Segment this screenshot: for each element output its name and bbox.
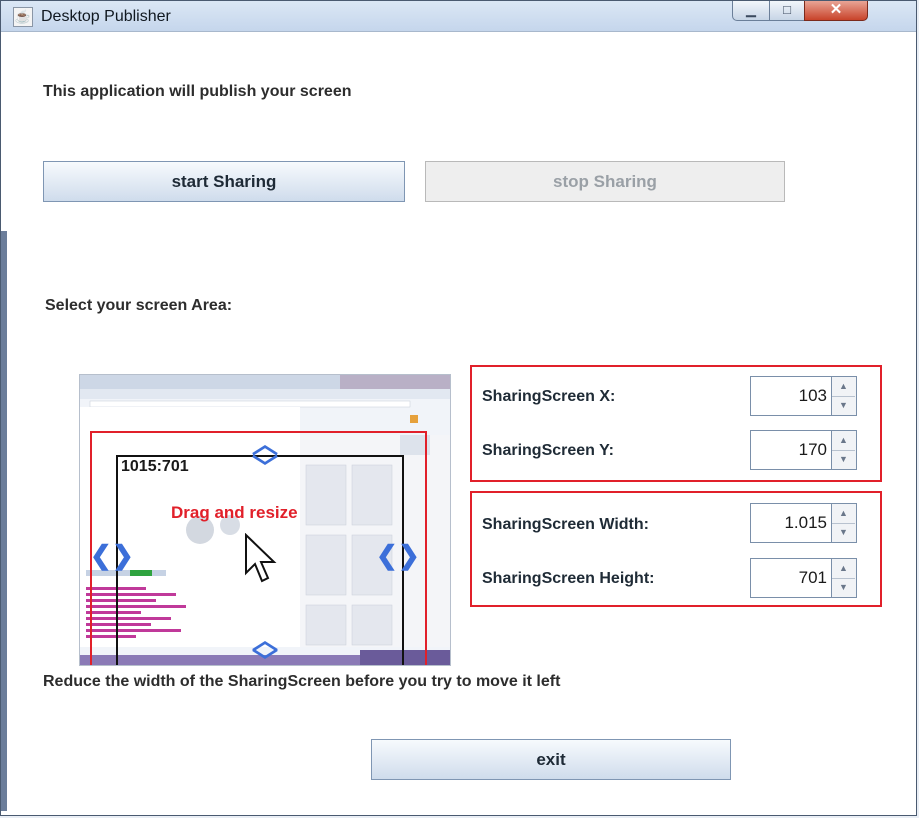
mouse-cursor-icon (245, 533, 277, 583)
y-spinner: 170 ▲ ▼ (750, 430, 857, 470)
x-label: SharingScreen X: (482, 388, 616, 405)
spinner-up-icon[interactable]: ▲ (832, 377, 855, 397)
arrow-left-icon[interactable]: ❮ (376, 542, 398, 568)
select-area-label: Select your screen Area: (45, 297, 233, 314)
title-bar[interactable]: ☕ Desktop Publisher ▁ □ ✕ (1, 1, 916, 32)
height-label: SharingScreen Height: (482, 570, 655, 587)
y-label: SharingScreen Y: (482, 442, 614, 459)
drag-resize-label: Drag and resize (171, 503, 298, 522)
window-title: Desktop Publisher (41, 8, 171, 25)
screen-preview: 1015:701 Drag and resize ︿ ﹀ ❮ ❯ ❮ ❯ ︿ ﹀ (79, 374, 451, 666)
spinner-up-icon[interactable]: ▲ (832, 559, 855, 579)
stop-sharing-button[interactable]: stop Sharing (425, 161, 785, 202)
x-spinner: 103 ▲ ▼ (750, 376, 857, 416)
arrow-left-icon[interactable]: ❮ (90, 542, 112, 568)
spinner-up-icon[interactable]: ▲ (832, 431, 855, 451)
spinner-down-icon[interactable]: ▼ (832, 450, 855, 469)
hint-label: Reduce the width of the SharingScreen be… (43, 673, 561, 690)
spinner-down-icon[interactable]: ▼ (832, 523, 855, 542)
minimize-button[interactable]: ▁ (732, 1, 770, 21)
arrow-right-icon[interactable]: ❯ (398, 542, 420, 568)
content-panel: This application will publish your scree… (7, 32, 916, 815)
start-sharing-button[interactable]: start Sharing (43, 161, 405, 202)
spinner-up-icon[interactable]: ▲ (832, 504, 855, 524)
x-input[interactable]: 103 (750, 376, 832, 416)
close-icon: ✕ (829, 1, 843, 18)
arrow-down-icon[interactable]: ﹀ (252, 455, 278, 481)
close-button[interactable]: ✕ (804, 1, 868, 21)
y-input[interactable]: 170 (750, 430, 832, 470)
spinner-down-icon[interactable]: ▼ (832, 396, 855, 415)
selection-size-label: 1015:701 (121, 458, 189, 475)
arrow-down-icon[interactable]: ﹀ (252, 649, 278, 665)
width-label: SharingScreen Width: (482, 516, 649, 533)
width-input[interactable]: 1.015 (750, 503, 832, 543)
intro-label: This application will publish your scree… (43, 83, 352, 100)
maximize-icon: □ (783, 2, 791, 17)
app-window: ☕ Desktop Publisher ▁ □ ✕ This applicati… (0, 0, 917, 816)
width-spinner: 1.015 ▲ ▼ (750, 503, 857, 543)
java-app-icon: ☕ (13, 7, 33, 27)
minimize-icon: ▁ (746, 2, 756, 17)
spinner-down-icon[interactable]: ▼ (832, 578, 855, 597)
maximize-button[interactable]: □ (769, 1, 805, 21)
height-input[interactable]: 701 (750, 558, 832, 598)
height-spinner: 701 ▲ ▼ (750, 558, 857, 598)
exit-button[interactable]: exit (371, 739, 731, 780)
arrow-right-icon[interactable]: ❯ (112, 542, 134, 568)
